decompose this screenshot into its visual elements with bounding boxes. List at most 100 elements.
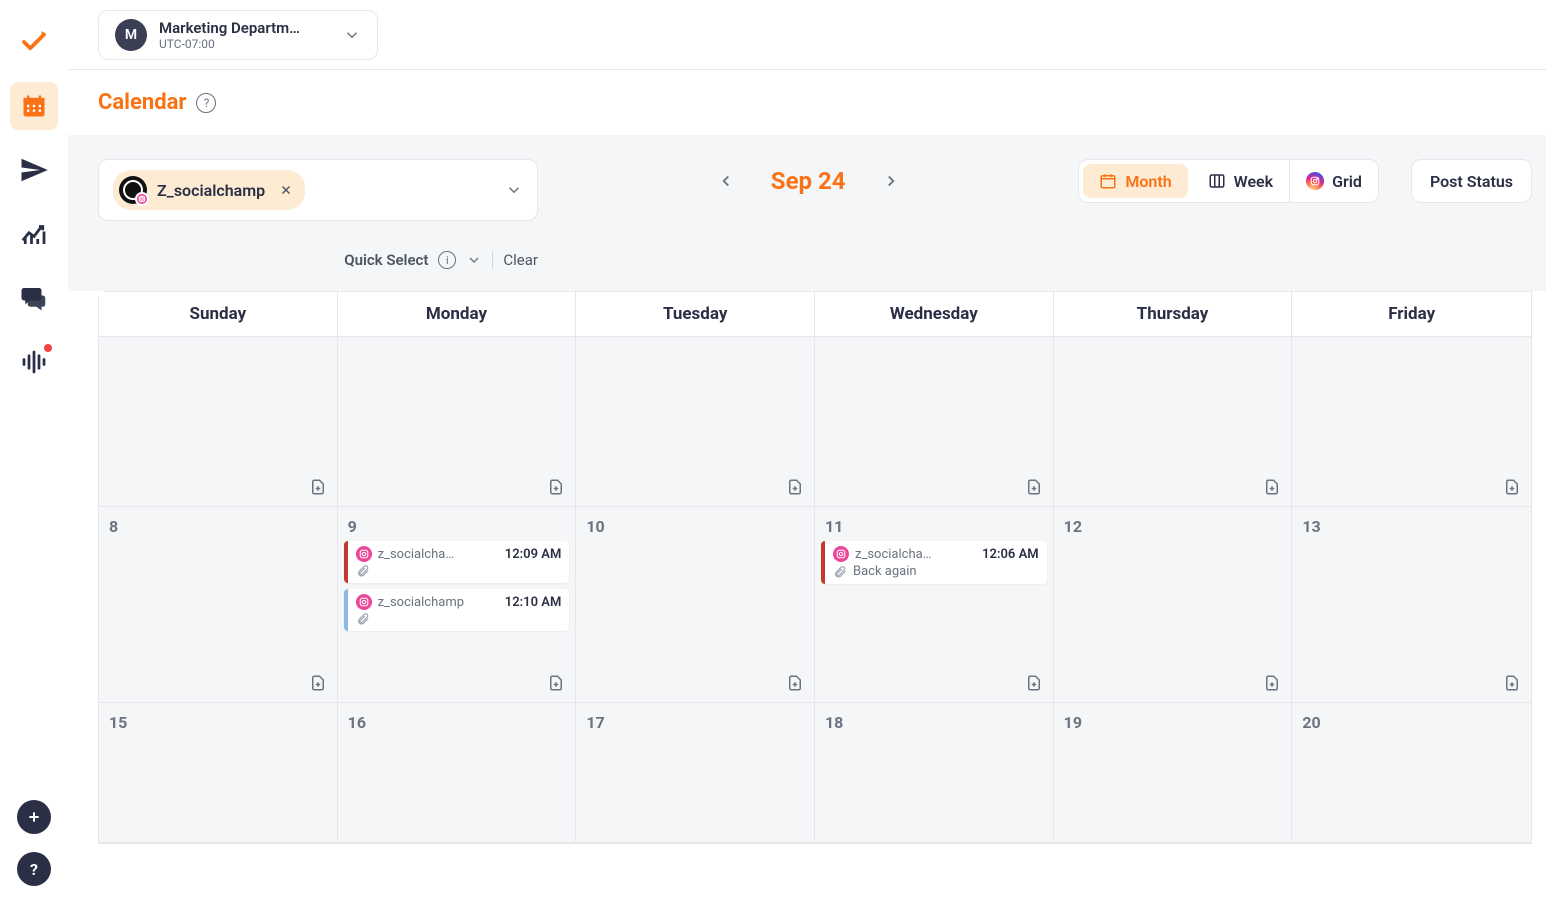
add-post-icon[interactable]: [786, 674, 804, 692]
add-button[interactable]: [17, 800, 51, 834]
instagram-icon: [356, 546, 372, 562]
page-title: Calendar: [98, 90, 186, 115]
account-filter[interactable]: Z_socialchamp: [98, 159, 538, 221]
day-number: 11: [825, 517, 843, 536]
calendar-day-cell[interactable]: [338, 337, 577, 507]
add-post-icon[interactable]: [309, 478, 327, 496]
calendar-week-row: 15 16 17 18 19 20: [99, 703, 1531, 843]
send-nav-icon[interactable]: [10, 146, 58, 194]
add-post-icon[interactable]: [1025, 674, 1043, 692]
workspace-avatar: M: [115, 19, 147, 51]
toolbar: Z_socialchamp Quick Select i: [68, 135, 1546, 291]
chat-nav-icon[interactable]: [10, 274, 58, 322]
account-avatar-icon: [119, 176, 147, 204]
info-icon[interactable]: i: [438, 251, 456, 269]
day-number: 20: [1302, 713, 1320, 732]
instagram-icon: [1306, 172, 1324, 190]
calendar-day-cell[interactable]: [99, 337, 338, 507]
prev-month-button[interactable]: [711, 166, 741, 196]
day-number: 15: [109, 713, 127, 732]
calendar-day-cell[interactable]: 15: [99, 703, 338, 843]
add-post-icon[interactable]: [1025, 478, 1043, 496]
add-post-icon[interactable]: [1263, 478, 1281, 496]
calendar-day-cell[interactable]: [576, 337, 815, 507]
chevron-down-icon[interactable]: [505, 181, 523, 199]
calendar-event[interactable]: z_socialcha… 12:09 AM: [344, 541, 570, 583]
calendar-day-cell[interactable]: 18: [815, 703, 1054, 843]
calendar-day-cell[interactable]: 9 z_socialcha… 12:09 AM z_socialchamp 12:10 …: [338, 507, 577, 703]
calendar-day-cell[interactable]: 10: [576, 507, 815, 703]
view-month-button[interactable]: Month: [1083, 164, 1187, 198]
calendar-day-cell[interactable]: 17: [576, 703, 815, 843]
day-header: Tuesday: [576, 292, 815, 337]
calendar-nav-icon[interactable]: [10, 82, 58, 130]
day-number: 9: [348, 517, 357, 536]
calendar-day-cell[interactable]: [1292, 337, 1531, 507]
add-post-icon[interactable]: [309, 674, 327, 692]
calendar-day-cell[interactable]: 20: [1292, 703, 1531, 843]
add-post-icon[interactable]: [1503, 478, 1521, 496]
view-month-label: Month: [1125, 172, 1171, 191]
day-number: 18: [825, 713, 843, 732]
calendar-day-cell[interactable]: 11 z_socialcha… 12:06 AM Back again: [815, 507, 1054, 703]
month-label: Sep 24: [771, 167, 846, 195]
account-chip-label: Z_socialchamp: [157, 181, 265, 200]
calendar-day-cell[interactable]: [815, 337, 1054, 507]
topbar: M Marketing Departm… UTC-07:00: [68, 0, 1546, 70]
view-week-button[interactable]: Week: [1192, 160, 1289, 202]
event-time: 12:09 AM: [505, 547, 562, 562]
workspace-name: Marketing Departm…: [159, 19, 331, 37]
account-chip[interactable]: Z_socialchamp: [113, 170, 305, 210]
event-account: z_socialcha…: [855, 547, 976, 562]
day-header: Sunday: [99, 292, 338, 337]
calendar-day-cell[interactable]: [1054, 337, 1293, 507]
event-time: 12:06 AM: [982, 547, 1039, 562]
audio-nav-icon[interactable]: [10, 338, 58, 386]
add-post-icon[interactable]: [786, 478, 804, 496]
event-account: z_socialcha…: [378, 547, 499, 562]
add-post-icon[interactable]: [1503, 674, 1521, 692]
help-button[interactable]: ?: [17, 852, 51, 886]
day-header: Wednesday: [815, 292, 1054, 337]
sidebar: ?: [0, 0, 68, 906]
day-number: 16: [348, 713, 366, 732]
day-number: 8: [109, 517, 118, 536]
calendar-week-row: 8 9 z_socialcha… 12:09 AM z_socialchamp 12:10…: [99, 507, 1531, 703]
attachment-icon: [833, 565, 847, 579]
view-grid-label: Grid: [1332, 172, 1362, 191]
calendar-event[interactable]: z_socialchamp 12:10 AM: [344, 589, 570, 631]
add-post-icon[interactable]: [547, 478, 565, 496]
workspace-selector[interactable]: M Marketing Departm… UTC-07:00: [98, 10, 378, 60]
event-account: z_socialchamp: [378, 595, 499, 610]
notification-dot: [44, 344, 52, 352]
attachment-icon: [356, 612, 370, 626]
calendar-header-row: Sunday Monday Tuesday Wednesday Thursday…: [99, 292, 1531, 337]
calendar-day-cell[interactable]: 19: [1054, 703, 1293, 843]
clear-button[interactable]: Clear: [503, 251, 538, 269]
day-number: 12: [1064, 517, 1082, 536]
logo-icon[interactable]: [10, 18, 58, 66]
calendar-event[interactable]: z_socialcha… 12:06 AM Back again: [821, 541, 1047, 584]
chevron-down-icon[interactable]: [466, 252, 482, 268]
instagram-icon: [356, 594, 372, 610]
calendar-day-cell[interactable]: 16: [338, 703, 577, 843]
event-time: 12:10 AM: [505, 595, 562, 610]
day-number: 10: [586, 517, 604, 536]
add-post-icon[interactable]: [1263, 674, 1281, 692]
add-post-icon[interactable]: [547, 674, 565, 692]
quick-select-label: Quick Select: [344, 251, 428, 269]
analytics-nav-icon[interactable]: [10, 210, 58, 258]
view-week-label: Week: [1234, 172, 1273, 191]
next-month-button[interactable]: [876, 166, 906, 196]
event-caption: Back again: [853, 564, 917, 579]
calendar-week-row: [99, 337, 1531, 507]
calendar-day-cell[interactable]: 13: [1292, 507, 1531, 703]
help-icon[interactable]: ?: [196, 93, 216, 113]
calendar-day-cell[interactable]: 8: [99, 507, 338, 703]
instagram-icon: [833, 546, 849, 562]
divider: [492, 251, 493, 269]
post-status-button[interactable]: Post Status: [1411, 159, 1532, 203]
calendar-day-cell[interactable]: 12: [1054, 507, 1293, 703]
view-grid-button[interactable]: Grid: [1289, 160, 1378, 202]
remove-chip-icon[interactable]: [279, 183, 293, 197]
